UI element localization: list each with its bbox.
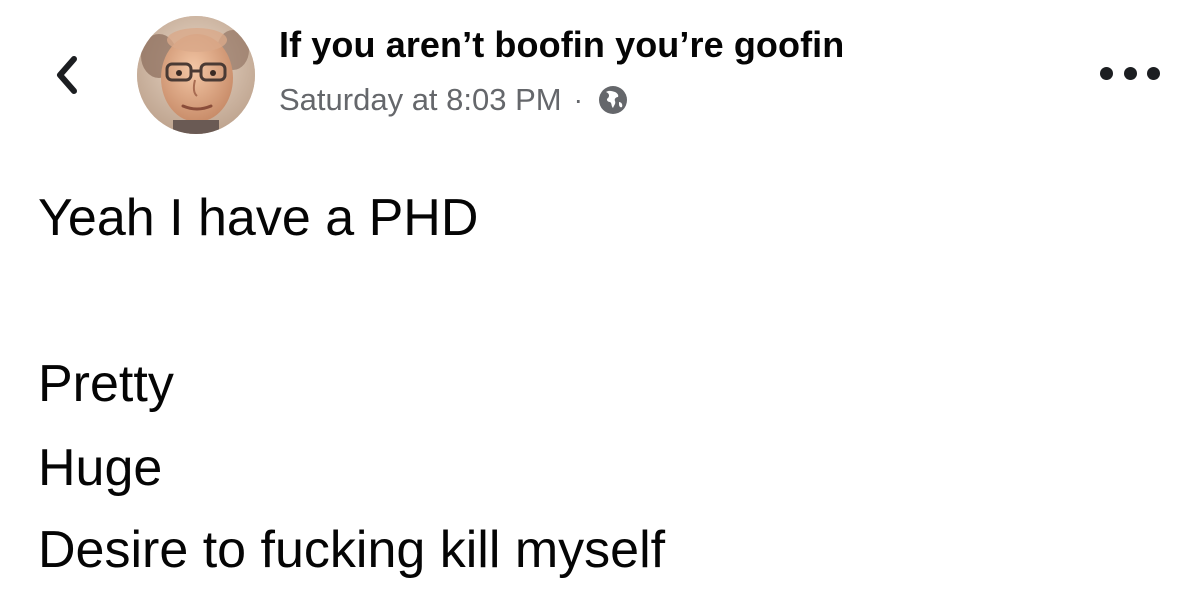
facebook-post: If you aren’t boofin you’re goofin Satur… <box>0 0 1198 600</box>
post-text-line: Yeah I have a PHD <box>38 189 479 247</box>
more-options-button[interactable] <box>1100 58 1160 88</box>
more-options-dot <box>1147 66 1160 80</box>
avatar[interactable] <box>137 16 255 134</box>
post-header: If you aren’t boofin you’re goofin Satur… <box>0 0 1198 140</box>
post-text-line: Desire to fucking kill myself <box>38 521 666 579</box>
post-text-line: Pretty <box>38 355 174 413</box>
back-button[interactable] <box>44 50 88 100</box>
post-text-line: Huge <box>38 439 163 497</box>
more-options-dot <box>1123 66 1137 80</box>
chevron-left-icon <box>57 56 77 94</box>
post-meta: Saturday at 8:03 PM · <box>279 80 629 120</box>
more-options-dot <box>1100 66 1113 80</box>
meta-separator: · <box>573 84 583 115</box>
author-name[interactable]: If you aren’t boofin you’re goofin <box>279 24 844 66</box>
profile-picture <box>137 16 255 134</box>
globe-icon[interactable] <box>597 84 629 116</box>
post-timestamp[interactable]: Saturday at 8:03 PM <box>279 82 562 118</box>
